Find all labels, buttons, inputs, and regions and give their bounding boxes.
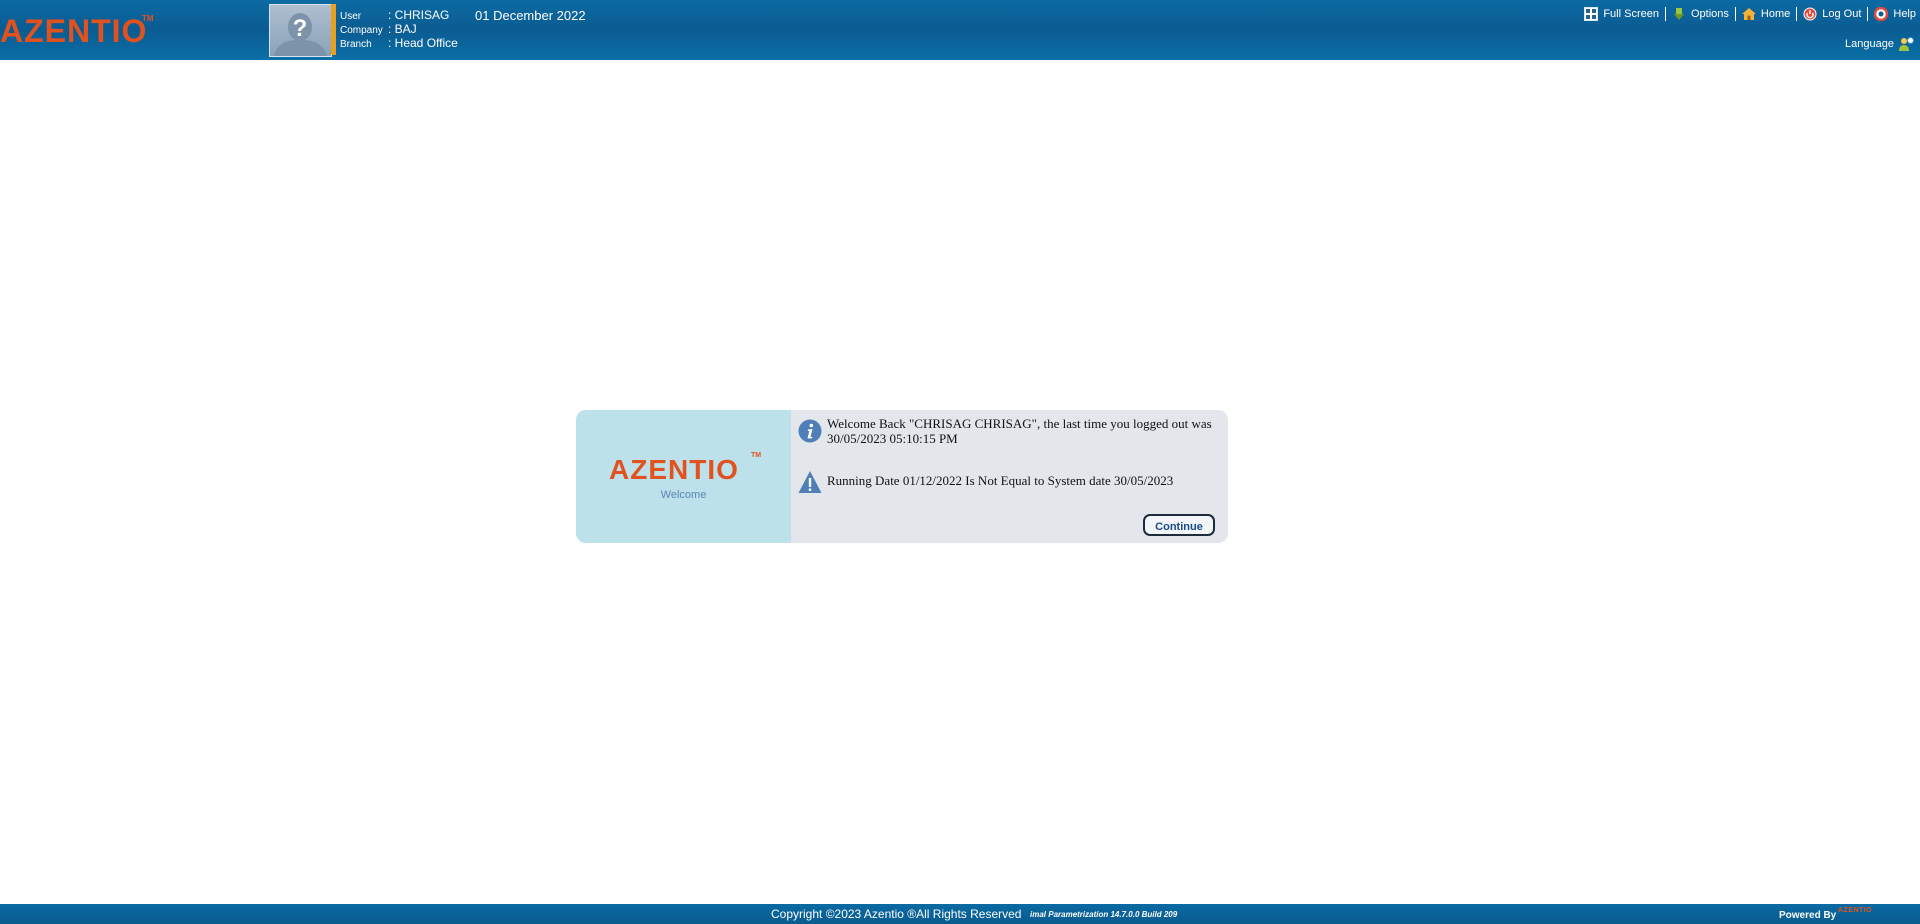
app-header: AZENTIO TM ? User : CHRISAG Company : BA… [0, 0, 1920, 60]
info-icon [798, 419, 822, 443]
copyright-text: Copyright ©2023 Azentio ®All Rights Rese… [771, 907, 1022, 921]
warning-icon [798, 471, 822, 493]
running-date-warning: Running Date 01/12/2022 Is Not Equal to … [827, 473, 1174, 488]
user-label: User [340, 11, 362, 22]
build-info: imal Parametrization 14.7.0.0 Build 209 [1030, 910, 1178, 919]
log-out-link[interactable]: Log Out [1803, 7, 1861, 21]
dialog-logo: AZENTIO [609, 454, 739, 485]
home-link[interactable]: Home [1741, 7, 1791, 21]
language-selector[interactable]: Language [1845, 36, 1914, 52]
home-icon [1741, 8, 1756, 20]
continue-button[interactable]: Continue [1143, 514, 1215, 536]
welcome-dialog: AZENTIO TM Welcome Welcome Back "CHRISAG… [576, 410, 1228, 543]
branch-label: Branch [340, 39, 372, 50]
options-link[interactable]: Options [1672, 7, 1729, 21]
dialog-brand-panel: AZENTIO TM Welcome [576, 410, 791, 543]
full-screen-icon [1584, 7, 1599, 21]
dialog-logo-trademark: TM [751, 452, 762, 459]
svg-text:?: ? [293, 15, 308, 42]
branch-value: : Head Office [388, 36, 458, 50]
avatar-silhouette-icon: ? [274, 13, 327, 56]
full-screen-link[interactable]: Full Screen [1584, 7, 1659, 21]
logo-trademark: TM [142, 14, 154, 23]
full-screen-label: Full Screen [1603, 8, 1659, 20]
log-out-icon [1803, 7, 1817, 21]
company-label: Company [340, 25, 383, 36]
language-icon [1899, 37, 1914, 51]
user-avatar[interactable]: ? [269, 4, 332, 57]
avatar-accent-bar [331, 4, 336, 55]
log-out-label: Log Out [1822, 8, 1862, 20]
company-value: : BAJ [388, 22, 417, 36]
powered-by-text: Powered By [1779, 910, 1837, 921]
link-divider [1664, 7, 1666, 21]
help-link[interactable]: Help [1874, 7, 1916, 21]
dialog-welcome-text: Welcome [660, 489, 707, 501]
help-icon [1874, 7, 1889, 21]
azentio-logo: AZENTIO TM [0, 13, 154, 49]
help-label: Help [1893, 8, 1916, 20]
language-label: Language [1845, 38, 1894, 50]
link-divider [1867, 7, 1869, 21]
options-label: Options [1690, 8, 1729, 20]
logo-text: AZENTIO [0, 13, 148, 49]
running-date: 01 December 2022 [475, 8, 586, 23]
top-links: Full Screen Options Home Log Out Help [1584, 7, 1916, 21]
link-divider [1796, 7, 1798, 21]
user-value: : CHRISAG [388, 8, 450, 22]
link-divider [1734, 7, 1736, 21]
options-icon [1673, 8, 1684, 20]
app-footer: Copyright ©2023 Azentio ®All Rights Rese… [0, 904, 1920, 924]
last-logout-message: Welcome Back "CHRISAG CHRISAG", the last… [827, 416, 1212, 446]
powered-by-logo: AZENTIO [1838, 907, 1873, 914]
home-label: Home [1760, 8, 1791, 20]
